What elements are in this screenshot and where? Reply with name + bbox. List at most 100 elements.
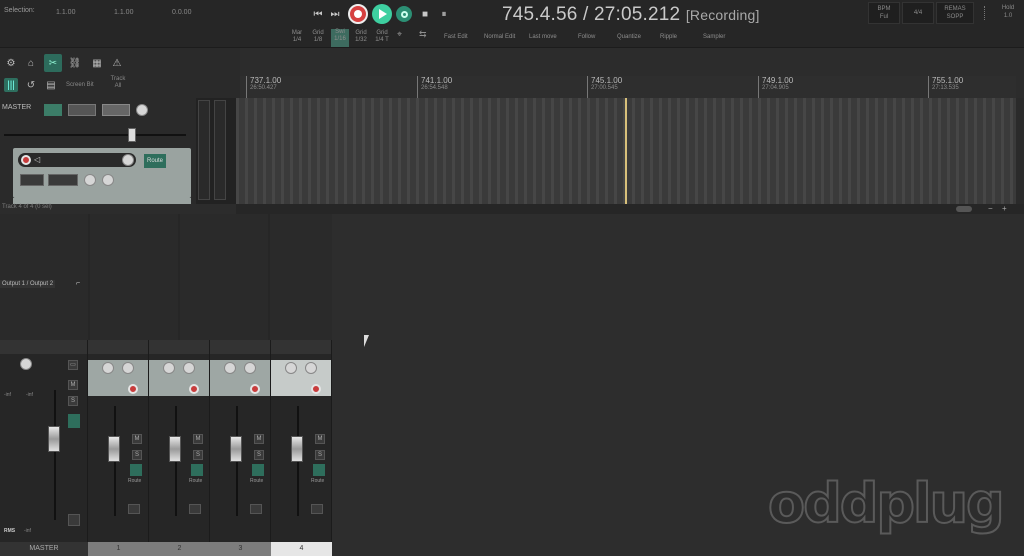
strip-fader[interactable] bbox=[291, 436, 303, 462]
settings-icon[interactable]: ⚙ bbox=[4, 56, 18, 70]
master-io-button[interactable]: ▭ bbox=[68, 360, 78, 370]
strip-solo-button[interactable]: S bbox=[193, 450, 203, 460]
master-lock-icon[interactable] bbox=[68, 514, 80, 526]
master-fader-track[interactable] bbox=[54, 390, 56, 520]
metronome-icon[interactable]: ⚠ bbox=[110, 56, 124, 70]
track-pan-knob[interactable] bbox=[84, 174, 96, 186]
strip-pan-knob[interactable] bbox=[102, 362, 114, 374]
last-move-button[interactable]: Last move bbox=[529, 34, 557, 40]
bpm-box[interactable]: BPM Ful bbox=[868, 2, 900, 24]
fast-edit-button[interactable]: Fast Edit bbox=[444, 34, 468, 40]
selection-end[interactable]: 1.1.00 bbox=[114, 9, 133, 16]
master-volume-handle[interactable] bbox=[128, 128, 136, 142]
master-strip-pan-knob[interactable] bbox=[20, 358, 32, 370]
rate-box[interactable]: REMAS SOPP bbox=[936, 2, 974, 24]
grid-tool-1[interactable]: Mar 1/4 bbox=[290, 30, 304, 44]
track-number[interactable]: 3 bbox=[210, 542, 271, 556]
grid-icon[interactable]: ▦ bbox=[90, 56, 104, 70]
strip-mute-button[interactable]: M bbox=[132, 434, 142, 444]
ripple-icon[interactable]: ⇆ bbox=[419, 30, 427, 39]
strip-fader[interactable] bbox=[169, 436, 181, 462]
strip-solo-button[interactable]: S bbox=[315, 450, 325, 460]
grid-tool-2[interactable]: Grid 1/8 bbox=[311, 30, 325, 44]
cut-icon[interactable]: ✂ bbox=[44, 54, 62, 72]
strip-record-arm[interactable] bbox=[250, 384, 260, 394]
strip-route-icon[interactable] bbox=[130, 464, 142, 476]
stop-button[interactable]: ■ bbox=[417, 6, 433, 22]
time-signature[interactable]: 4/4 bbox=[902, 2, 934, 24]
track-fx-button[interactable] bbox=[20, 174, 44, 186]
strip-width-knob[interactable] bbox=[122, 362, 134, 374]
snap-icon[interactable]: ⌖ bbox=[397, 30, 402, 39]
strip-width-knob[interactable] bbox=[244, 362, 256, 374]
loop-toggle-icon[interactable]: ↺ bbox=[24, 78, 38, 92]
selection-length[interactable]: 0.0.00 bbox=[172, 9, 191, 16]
master-env-button[interactable] bbox=[102, 104, 130, 116]
master-route-icon[interactable] bbox=[68, 414, 80, 428]
mixer-icon[interactable]: ||| bbox=[4, 78, 18, 92]
strip-fader[interactable] bbox=[108, 436, 120, 462]
track-volume-knob[interactable] bbox=[122, 154, 134, 166]
ripple-button[interactable]: Ripple bbox=[660, 34, 677, 40]
strip-record-arm[interactable] bbox=[128, 384, 138, 394]
go-to-start-button[interactable]: ⏮ bbox=[310, 6, 326, 22]
master-route-button[interactable] bbox=[44, 104, 62, 116]
timeline-ruler[interactable]: 737.1.00 26:50.427 741.1.00 26:54.548 745.… bbox=[240, 76, 1016, 98]
master-pan-knob[interactable] bbox=[136, 104, 148, 116]
horizontal-scrollbar[interactable]: − + bbox=[236, 204, 1024, 214]
grid-tool-3[interactable]: Swi 1/16 bbox=[331, 29, 349, 47]
track-route-button[interactable]: Route bbox=[144, 154, 166, 168]
link-icon[interactable]: ⛓ bbox=[68, 56, 82, 70]
normal-edit-button[interactable]: Normal Edit bbox=[484, 34, 515, 40]
strip-fader[interactable] bbox=[230, 436, 242, 462]
strip-solo-button[interactable]: S bbox=[132, 450, 142, 460]
strip-record-arm[interactable] bbox=[189, 384, 199, 394]
hold-box[interactable]: Hold 1.0 bbox=[994, 2, 1022, 24]
strip-pan-knob[interactable] bbox=[163, 362, 175, 374]
track-number[interactable]: 2 bbox=[149, 542, 210, 556]
zoom-toggle[interactable] bbox=[956, 206, 972, 212]
lock-icon[interactable]: ▤ bbox=[44, 78, 58, 92]
play-button[interactable] bbox=[372, 4, 392, 24]
sampler-button[interactable]: Sampler bbox=[703, 34, 725, 40]
strip-route-icon[interactable] bbox=[252, 464, 264, 476]
track-record-arm[interactable] bbox=[21, 155, 31, 165]
track-width-knob[interactable] bbox=[102, 174, 114, 186]
strip-lock-icon[interactable] bbox=[189, 504, 201, 514]
strip-mute-button[interactable]: M bbox=[254, 434, 264, 444]
strip-lock-icon[interactable] bbox=[128, 504, 140, 514]
quantize-button[interactable]: Quantize bbox=[617, 34, 641, 40]
strip-route-icon[interactable] bbox=[313, 464, 325, 476]
strip-pan-knob[interactable] bbox=[224, 362, 236, 374]
master-fx-button[interactable] bbox=[68, 104, 96, 116]
strip-mute-button[interactable]: M bbox=[193, 434, 203, 444]
pause-button[interactable]: ⏸ bbox=[436, 6, 452, 22]
master-mute-button[interactable]: M bbox=[68, 380, 78, 390]
home-icon[interactable]: ⌂ bbox=[24, 56, 38, 70]
master-volume-slider[interactable] bbox=[4, 134, 186, 136]
go-to-end-button[interactable]: ⏭ bbox=[327, 6, 343, 22]
zoom-in-icon[interactable]: + bbox=[1002, 204, 1007, 213]
strip-pan-knob[interactable] bbox=[285, 362, 297, 374]
master-solo-button[interactable]: S bbox=[68, 396, 78, 406]
strip-lock-icon[interactable] bbox=[311, 504, 323, 514]
strip-lock-icon[interactable] bbox=[250, 504, 262, 514]
repeat-button[interactable] bbox=[396, 6, 412, 22]
strip-mute-button[interactable]: M bbox=[315, 434, 325, 444]
dropdown-icon[interactable]: ⌐ bbox=[76, 280, 80, 287]
track-env-button[interactable] bbox=[48, 174, 78, 186]
speaker-icon[interactable]: ◁ bbox=[34, 155, 40, 164]
grid-tool-5[interactable]: Grid 1/4 T bbox=[373, 30, 391, 44]
strip-width-knob[interactable] bbox=[183, 362, 195, 374]
zoom-out-icon[interactable]: − bbox=[988, 204, 993, 213]
track-number[interactable]: 1 bbox=[88, 542, 149, 556]
strip-solo-button[interactable]: S bbox=[254, 450, 264, 460]
grid-tool-4[interactable]: Grid 1/32 bbox=[353, 30, 369, 44]
follow-button[interactable]: Follow bbox=[578, 34, 595, 40]
strip-record-arm[interactable] bbox=[311, 384, 321, 394]
selection-start[interactable]: 1.1.00 bbox=[56, 9, 75, 16]
master-fader[interactable] bbox=[48, 426, 60, 452]
vertical-scrollbar[interactable] bbox=[1016, 98, 1024, 204]
record-button[interactable] bbox=[348, 4, 368, 24]
strip-route-icon[interactable] bbox=[191, 464, 203, 476]
